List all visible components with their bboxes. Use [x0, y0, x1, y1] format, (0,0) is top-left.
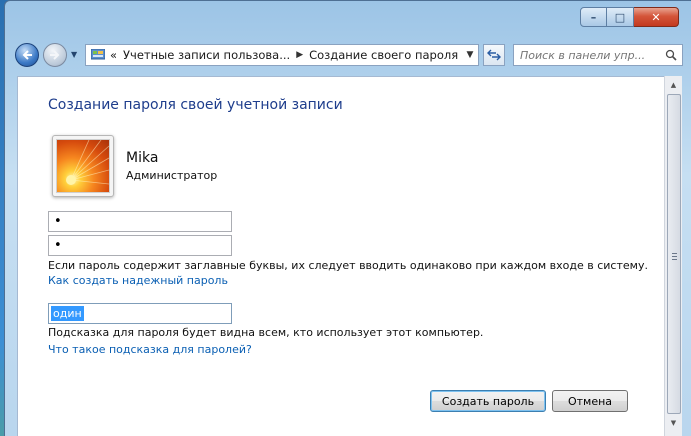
- breadcrumb-user-accounts[interactable]: Учетные записи пользова...: [123, 48, 290, 62]
- address-prefix[interactable]: «: [110, 48, 117, 62]
- close-button[interactable]: ✕: [634, 7, 679, 27]
- breadcrumb-create-password[interactable]: Создание своего пароля: [309, 48, 458, 62]
- breadcrumb-separator[interactable]: ▶: [296, 50, 303, 60]
- maximize-button[interactable]: □: [607, 7, 634, 27]
- scrollbar-grip-icon: [672, 251, 677, 262]
- refresh-button[interactable]: [483, 44, 505, 66]
- chevron-up-icon: ▲: [670, 80, 677, 89]
- address-dropdown-button[interactable]: ▼: [462, 50, 478, 60]
- address-bar[interactable]: « Учетные записи пользова... ▶ Создание …: [85, 44, 479, 66]
- search-icon[interactable]: [665, 49, 677, 61]
- vertical-scrollbar[interactable]: ▲ ▼: [664, 76, 682, 436]
- minimize-icon: –: [590, 10, 597, 24]
- confirm-password-field[interactable]: [48, 235, 232, 256]
- cancel-button[interactable]: Отмена: [552, 390, 628, 412]
- create-password-button[interactable]: Создать пароль: [430, 390, 546, 412]
- recent-pages-dropdown[interactable]: ▼: [71, 51, 79, 59]
- chevron-down-icon: ▼: [71, 50, 78, 59]
- password-hint-value: один: [51, 306, 84, 321]
- refresh-icon: [487, 49, 501, 61]
- scroll-down-button[interactable]: ▼: [665, 414, 682, 431]
- search-box[interactable]: [513, 44, 683, 66]
- case-sensitivity-note: Если пароль содержит заглавные буквы, их…: [48, 259, 648, 272]
- chevron-down-icon: ▼: [466, 50, 474, 60]
- forward-arrow-icon: [50, 50, 60, 60]
- password-hint-field[interactable]: один: [48, 303, 232, 324]
- main-content: Создание пароля своей учетной записи Mik…: [17, 76, 664, 436]
- navigation-bar: ▼ « Учетные записи пользова... ▶ Создани…: [11, 41, 685, 71]
- avatar: [52, 135, 114, 197]
- minimize-button[interactable]: –: [580, 7, 607, 27]
- user-name: Mika: [126, 150, 159, 166]
- scrollbar-thumb[interactable]: [667, 94, 681, 414]
- back-button[interactable]: [15, 43, 39, 67]
- back-arrow-icon: [22, 50, 32, 60]
- strong-password-link[interactable]: Как создать надежный пароль: [48, 274, 228, 287]
- user-picture-flower-icon: [56, 139, 110, 193]
- close-icon: ✕: [651, 10, 661, 24]
- forward-button[interactable]: [43, 43, 67, 67]
- new-password-field[interactable]: [48, 211, 232, 232]
- maximize-icon: □: [614, 10, 626, 24]
- control-panel-icon: [90, 48, 106, 62]
- hint-visibility-note: Подсказка для пароля будет видна всем, к…: [48, 326, 484, 339]
- caption-buttons: – □ ✕: [580, 7, 679, 27]
- scroll-up-button[interactable]: ▲: [665, 76, 682, 93]
- control-panel-window: – □ ✕ ▼ « Учетные записи пользова... ▶ С…: [4, 0, 691, 436]
- search-input[interactable]: [514, 47, 660, 63]
- password-hint-help-link[interactable]: Что такое подсказка для паролей?: [48, 343, 252, 356]
- chevron-down-icon: ▼: [670, 418, 677, 427]
- user-role: Администратор: [126, 169, 218, 182]
- page-title: Создание пароля своей учетной записи: [48, 97, 343, 113]
